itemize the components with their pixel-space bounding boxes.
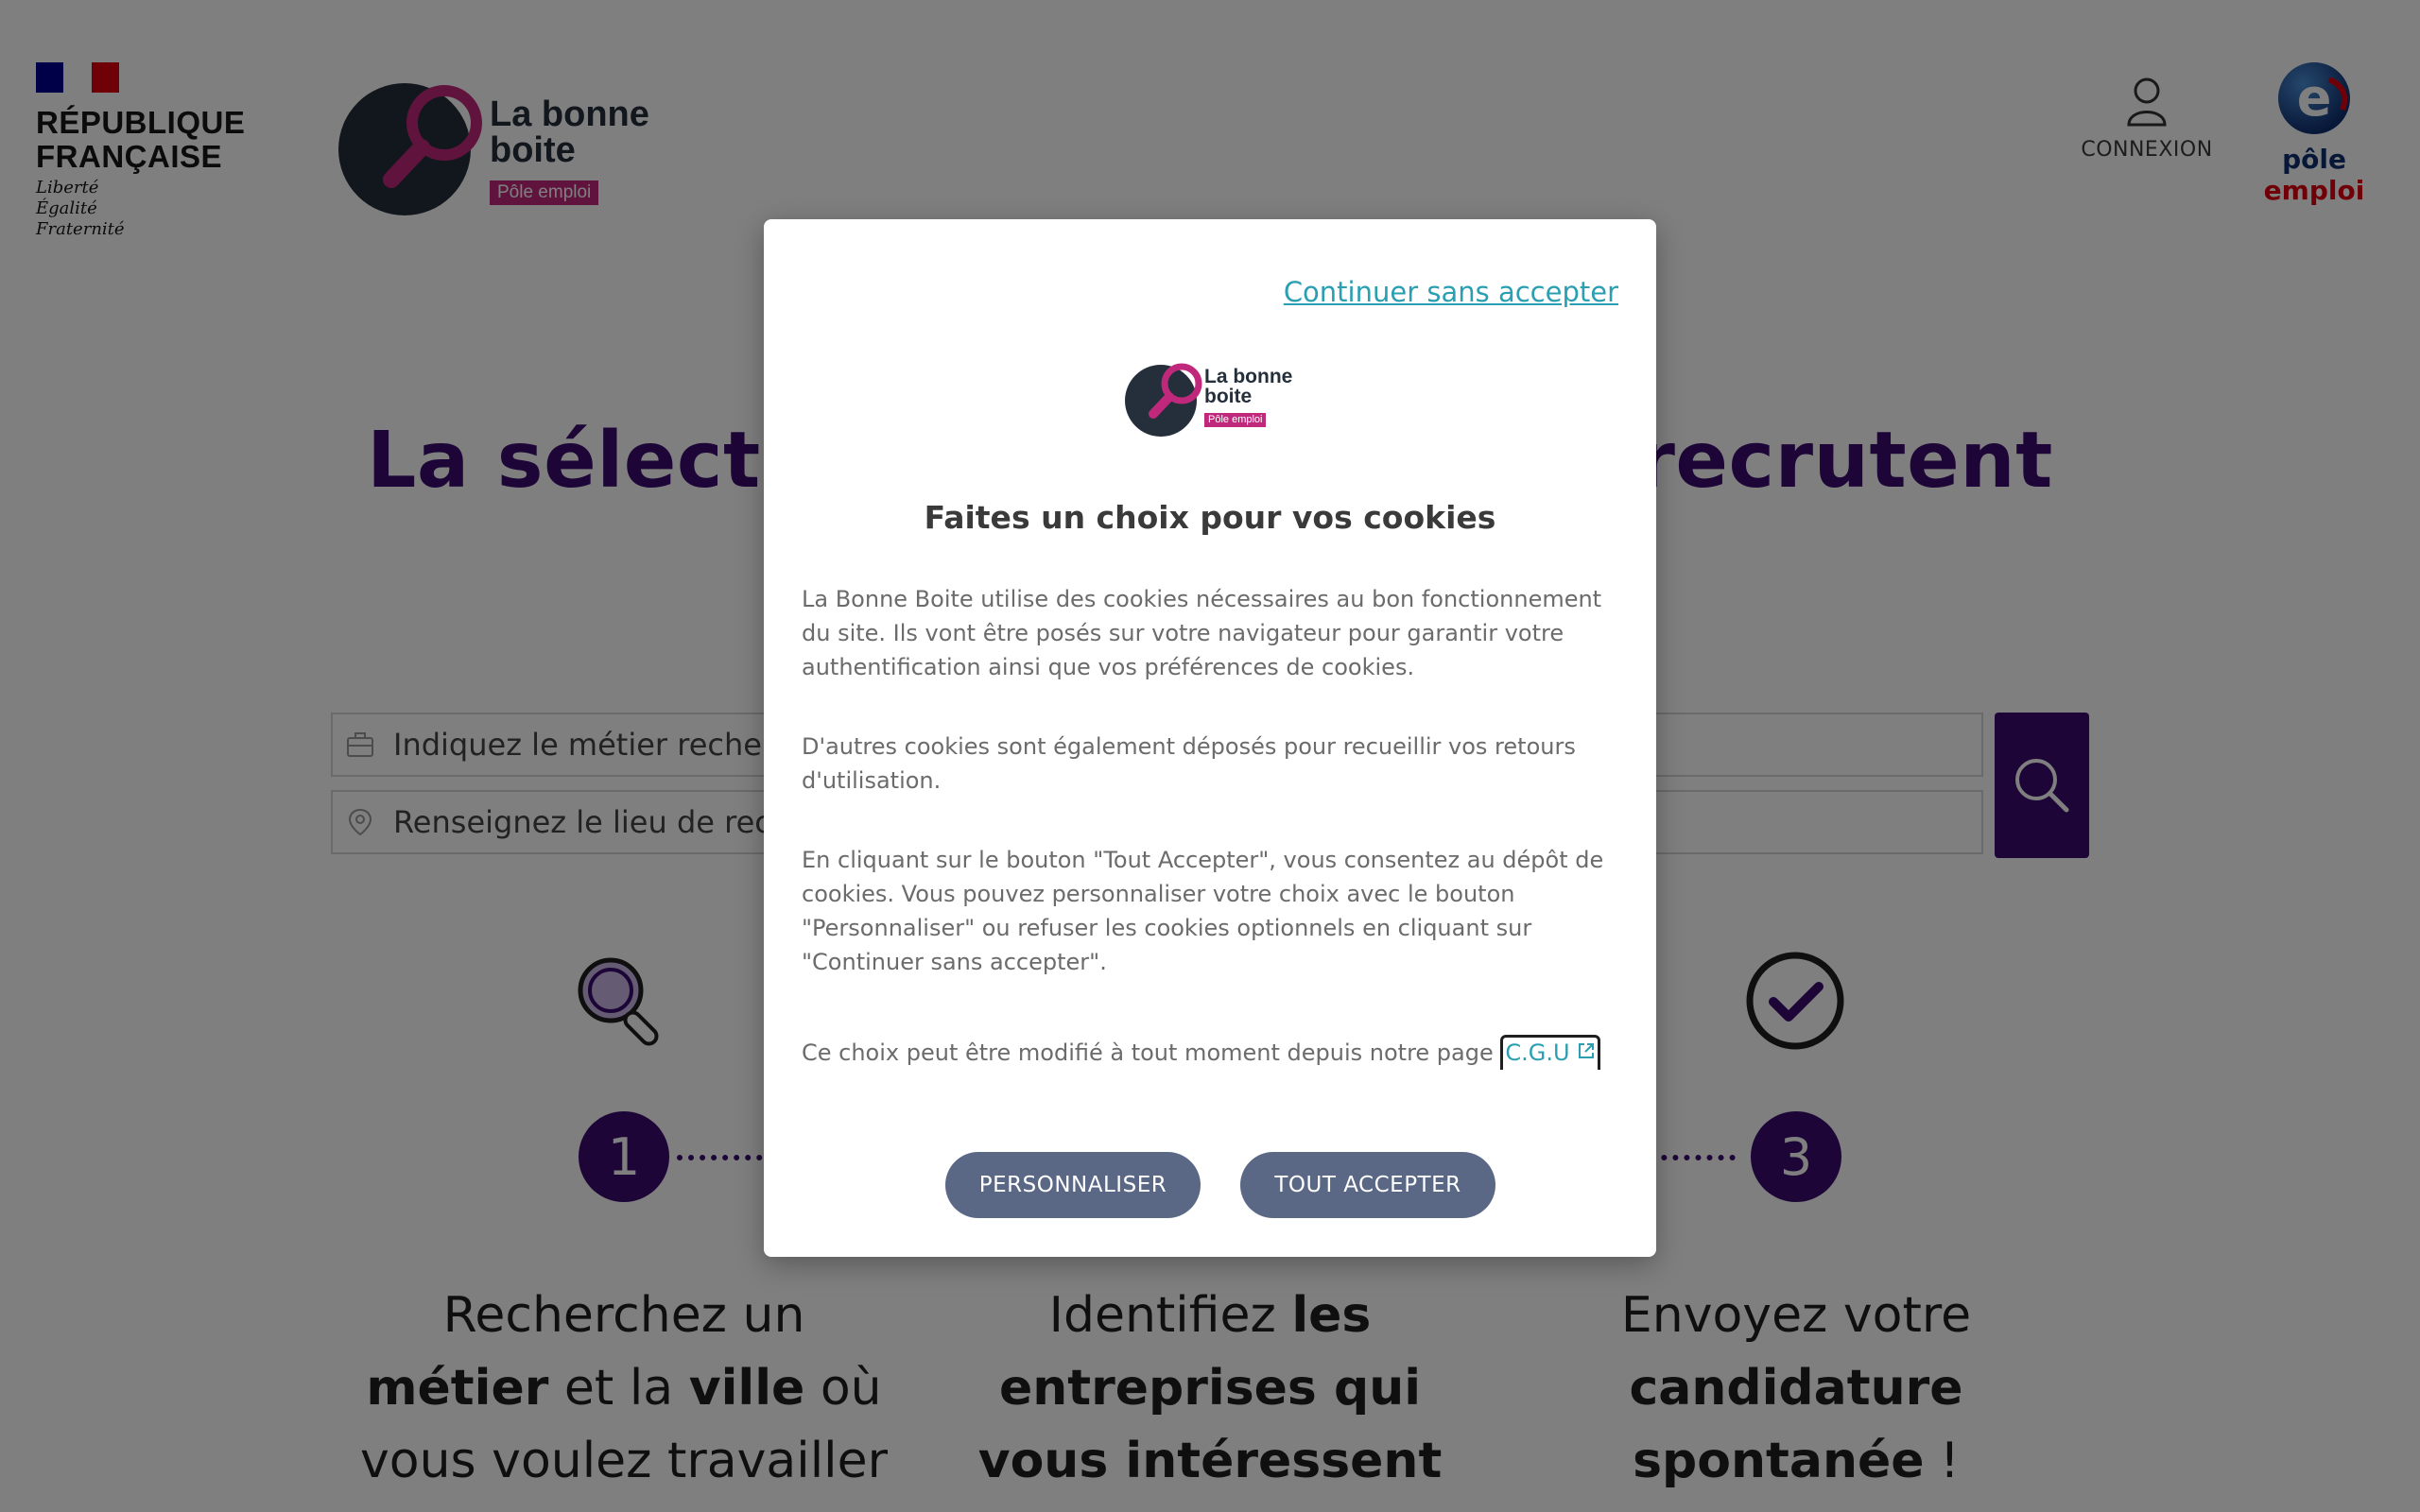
modal-body-scroll[interactable]: La Bonne Boite utilise des cookies néces… (802, 582, 1624, 1293)
external-link-icon (1579, 1043, 1595, 1058)
modal-paragraph-3: En cliquant sur le bouton "Tout Accepter… (802, 847, 1604, 975)
modal-magnifier-logo-icon (1125, 363, 1202, 437)
modal-lbb-logo: La bonne boite Pôle emploi (1123, 359, 1303, 438)
customize-button[interactable]: PERSONNALISER (945, 1152, 1201, 1218)
modal-title: Faites un choix pour vos cookies (924, 499, 1496, 536)
continue-without-accepting-link[interactable]: Continuer sans accepter (1284, 276, 1618, 308)
modal-paragraph-1: La Bonne Boite utilise des cookies néces… (802, 586, 1602, 680)
accept-all-button[interactable]: TOUT ACCEPTER (1240, 1152, 1495, 1218)
modal-logo-line1: La bonne (1204, 366, 1293, 387)
cookie-consent-modal: Continuer sans accepter La bonne boite P… (764, 219, 1656, 1257)
modal-logo-line2: boite (1204, 386, 1253, 407)
modal-logo-badge: Pôle emploi (1204, 413, 1267, 427)
modal-paragraph-2: D'autres cookies sont également déposés … (802, 733, 1576, 794)
modal-paragraph-4: Ce choix peut être modifié à tout moment… (802, 1035, 1605, 1076)
modal-body: La Bonne Boite utilise des cookies néces… (802, 582, 1605, 1115)
